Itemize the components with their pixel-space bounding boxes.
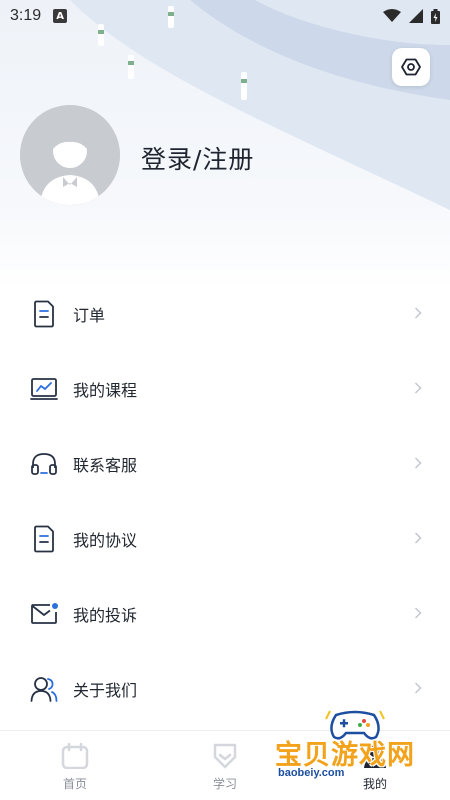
tab-label: 首页 (62, 777, 87, 791)
menu-list: 订单 我的课程 联系客服 我的协议 我的投诉 关于我们 (0, 276, 450, 726)
document-icon (30, 525, 58, 553)
tab-label: 学习 (212, 777, 237, 791)
mail-icon (30, 600, 58, 628)
watermark: 宝贝游戏网 baobeiy.com (275, 705, 445, 795)
wifi-icon (383, 9, 401, 22)
status-time: 3:19 (10, 7, 42, 24)
menu-item-label: 我的协议 (73, 530, 138, 550)
chevron-right-icon (414, 304, 422, 323)
document-icon (30, 300, 58, 328)
menu-item-label: 关于我们 (73, 680, 138, 700)
menu-item-label: 联系客服 (73, 455, 138, 475)
avatar[interactable] (20, 105, 120, 205)
chevron-right-icon (414, 379, 422, 398)
menu-item-label: 我的投诉 (73, 605, 138, 625)
status-bar: 3:19 A (0, 0, 450, 32)
settings-hexagon-icon (401, 58, 421, 76)
headset-icon (30, 450, 58, 478)
menu-item-my-agreements[interactable]: 我的协议 (0, 501, 450, 576)
notification-badge-icon: A (53, 9, 68, 23)
chevron-right-icon (414, 529, 422, 548)
menu-item-label: 订单 (73, 305, 106, 325)
chart-monitor-icon (30, 375, 58, 403)
menu-item-orders[interactable]: 订单 (0, 276, 450, 351)
chevron-right-icon (414, 454, 422, 473)
users-icon (30, 675, 58, 703)
calendar-icon (61, 743, 89, 769)
settings-button[interactable] (392, 48, 430, 86)
watermark-url: baobeiy.com (278, 767, 345, 779)
login-register-link[interactable]: 登录/注册 (141, 140, 254, 176)
tab-home[interactable]: 首页 (0, 731, 150, 800)
shield-icon (213, 743, 237, 769)
menu-item-customer-service[interactable]: 联系客服 (0, 426, 450, 501)
signal-icon (409, 9, 423, 23)
default-avatar-icon (20, 105, 120, 205)
menu-item-my-complaints[interactable]: 我的投诉 (0, 576, 450, 651)
menu-item-label: 我的课程 (73, 380, 138, 400)
menu-item-my-courses[interactable]: 我的课程 (0, 351, 450, 426)
battery-icon (431, 8, 440, 24)
chevron-right-icon (414, 604, 422, 623)
chevron-right-icon (414, 679, 422, 698)
